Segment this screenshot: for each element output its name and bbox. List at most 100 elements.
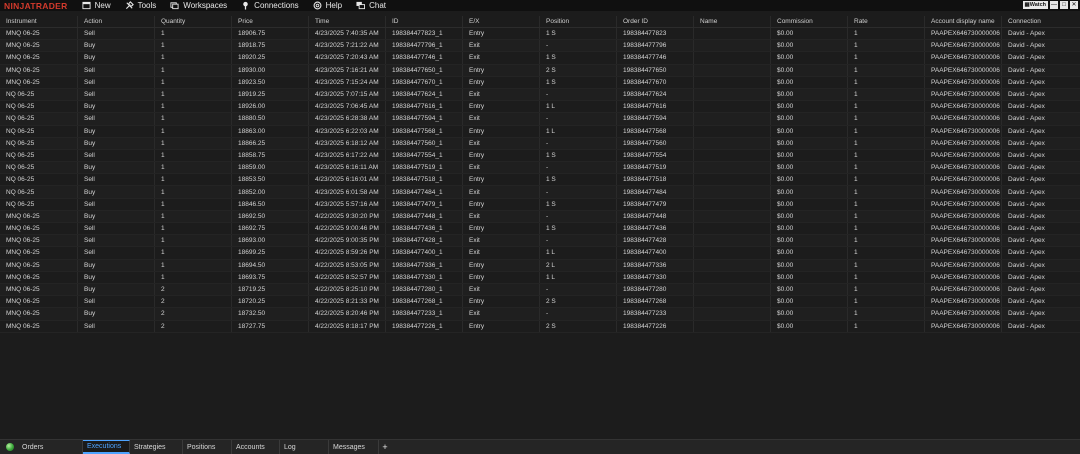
column-header-time[interactable]: Time xyxy=(309,16,386,27)
connection-status-icon[interactable] xyxy=(5,440,15,454)
table-row[interactable]: NQ 06-25 Buy 1 18866.25 4/23/2025 6:18:12 AM… xyxy=(0,137,1080,150)
cell-quantity: 1 xyxy=(155,186,232,198)
cell-connection: David - Apex xyxy=(1008,273,1045,281)
table-row[interactable]: MNQ 06-25 Sell 1 18923.50 4/23/2025 7:15:24 … xyxy=(0,76,1080,89)
maximize-button[interactable]: □ xyxy=(1060,1,1068,9)
table-row[interactable]: MNQ 06-25 Sell 1 18699.25 4/22/2025 8:59:26 … xyxy=(0,247,1080,260)
tab-positions[interactable]: Positions xyxy=(183,440,232,454)
table-row[interactable]: MNQ 06-25 Buy 2 18719.25 4/22/2025 8:25:10 P… xyxy=(0,283,1080,297)
cell-price: 18918.75 xyxy=(232,40,309,52)
cell-time: 4/23/2025 7:15:24 AM xyxy=(309,76,386,88)
table-row[interactable]: MNQ 06-25 Buy 1 18918.75 4/23/2025 7:21:22 A… xyxy=(0,40,1080,53)
cell-quantity: 1 xyxy=(155,52,232,64)
menu-workspaces[interactable]: Workspaces xyxy=(170,1,227,10)
watch-button[interactable]: ▦ Watch xyxy=(1022,1,1048,9)
close-button[interactable]: ✕ xyxy=(1070,1,1078,9)
menu-new[interactable]: New xyxy=(82,1,111,10)
add-tab-button[interactable]: + xyxy=(379,440,391,454)
table-row[interactable]: NQ 06-25 Sell 1 18919.25 4/23/2025 7:07:15 A… xyxy=(0,88,1080,102)
window-controls: ▦ Watch — □ ✕ xyxy=(1022,1,1078,9)
column-header-action[interactable]: Action xyxy=(78,16,155,27)
column-header-connection[interactable]: Connection xyxy=(1002,16,1078,27)
menu-help[interactable]: Help xyxy=(313,1,342,10)
cell-action: Buy xyxy=(78,52,155,64)
table-row[interactable]: MNQ 06-25 Buy 1 18693.75 4/22/2025 8:52:57 P… xyxy=(0,271,1080,284)
minimize-button[interactable]: — xyxy=(1050,1,1058,9)
table-row[interactable]: NQ 06-25 Buy 1 18852.00 4/23/2025 6:01:58 AM… xyxy=(0,186,1080,199)
table-row[interactable]: NQ 06-25 Buy 1 18926.00 4/23/2025 7:06:45 AM… xyxy=(0,101,1080,114)
cell-quantity: 1 xyxy=(155,235,232,247)
column-header-rate[interactable]: Rate xyxy=(848,16,925,27)
table-row[interactable]: MNQ 06-25 Sell 2 18720.25 4/22/2025 8:21:33 … xyxy=(0,296,1080,309)
column-header-price[interactable]: Price xyxy=(232,16,309,27)
cell-order-id: 198384477650 xyxy=(617,64,694,76)
column-header-id[interactable]: ID xyxy=(386,16,463,27)
cell-name xyxy=(694,210,771,222)
table-row[interactable]: NQ 06-25 Buy 1 18859.00 4/23/2025 6:16:11 AM… xyxy=(0,162,1080,175)
cell-instrument: MNQ 06-25 xyxy=(0,40,78,52)
table-row[interactable]: MNQ 06-25 Buy 2 18732.50 4/22/2025 8:20:46 P… xyxy=(0,308,1080,321)
table-row[interactable]: NQ 06-25 Sell 1 18846.50 4/23/2025 5:57:16 A… xyxy=(0,198,1080,211)
cell-position: - xyxy=(540,210,617,222)
table-row[interactable]: MNQ 06-25 Sell 1 18906.75 4/23/2025 7:40:35 … xyxy=(0,28,1080,41)
cell-time: 4/23/2025 7:07:15 AM xyxy=(309,88,386,101)
cell-instrument: NQ 06-25 xyxy=(0,174,78,186)
table-row[interactable]: MNQ 06-25 Sell 1 18692.75 4/22/2025 9:00:46 … xyxy=(0,223,1080,236)
tab-accounts[interactable]: Accounts xyxy=(232,440,280,454)
cell-commission: $0.00 xyxy=(771,28,848,40)
app-logo: NINJATRADER xyxy=(4,0,68,11)
cell-position: 1 L xyxy=(540,101,617,113)
column-header-e-x[interactable]: E/X xyxy=(463,16,540,27)
cell-action: Sell xyxy=(78,113,155,125)
tab-executions[interactable]: Executions xyxy=(83,440,130,454)
cell-name xyxy=(694,247,771,259)
cell-action: Sell xyxy=(78,247,155,259)
table-row[interactable]: NQ 06-25 Sell 1 18858.75 4/23/2025 6:17:22 A… xyxy=(0,149,1080,163)
cell-quantity: 1 xyxy=(155,137,232,149)
cell-price: 18719.25 xyxy=(232,283,309,296)
tab-messages[interactable]: Messages xyxy=(329,440,379,454)
cell-name xyxy=(694,88,771,101)
cell-e-x: Entry xyxy=(463,198,540,210)
table-row[interactable]: NQ 06-25 Sell 1 18880.50 4/23/2025 6:28:38 A… xyxy=(0,113,1080,126)
cell-price: 18732.50 xyxy=(232,308,309,320)
table-row[interactable]: MNQ 06-25 Sell 2 18727.75 4/22/2025 8:18:17 … xyxy=(0,320,1080,333)
cell-connection: David - Apex xyxy=(1008,78,1045,86)
column-header-quantity[interactable]: Quantity xyxy=(155,16,232,27)
cell-instrument: NQ 06-25 xyxy=(0,137,78,149)
cell-name xyxy=(694,296,771,308)
cell-rate: 1 xyxy=(848,308,925,320)
cell-commission: $0.00 xyxy=(771,64,848,76)
column-header-name[interactable]: Name xyxy=(694,16,771,27)
cell-connection: David - Apex xyxy=(1008,127,1045,135)
table-row[interactable]: NQ 06-25 Sell 1 18853.50 4/23/2025 6:16:01 A… xyxy=(0,174,1080,187)
column-header-position[interactable]: Position xyxy=(540,16,617,27)
menu-tools[interactable]: Tools xyxy=(125,1,156,10)
cell-id: 198384477400_1 xyxy=(386,247,463,259)
cell-action: Buy xyxy=(78,308,155,320)
cell-order-id: 198384477746 xyxy=(617,52,694,64)
table-row[interactable]: MNQ 06-25 Buy 1 18920.25 4/23/2025 7:20:43 A… xyxy=(0,52,1080,65)
menu-connections[interactable]: Connections xyxy=(241,1,299,10)
tab-log-label: Log xyxy=(284,443,296,451)
cell-rate: 1 xyxy=(848,223,925,235)
table-row[interactable]: MNQ 06-25 Sell 1 18693.00 4/22/2025 9:00:35 … xyxy=(0,235,1080,248)
table-row[interactable]: MNQ 06-25 Buy 1 18692.50 4/22/2025 9:30:20 P… xyxy=(0,210,1080,223)
tab-log[interactable]: Log xyxy=(280,440,329,454)
column-header-account-display-name[interactable]: Account display name xyxy=(925,16,1002,27)
tab-orders[interactable]: Orders xyxy=(18,440,83,454)
table-row[interactable]: MNQ 06-25 Sell 1 18930.00 4/23/2025 7:16:21 … xyxy=(0,64,1080,77)
cell-position: 2 L xyxy=(540,259,617,271)
cell-e-x: Exit xyxy=(463,247,540,259)
cell-price: 18919.25 xyxy=(232,88,309,101)
column-header-commission[interactable]: Commission xyxy=(771,16,848,27)
tab-strategies[interactable]: Strategies xyxy=(130,440,183,454)
menu-chat[interactable]: Chat xyxy=(356,1,386,10)
column-header-order-id[interactable]: Order ID xyxy=(617,16,694,27)
cell-commission: $0.00 xyxy=(771,137,848,149)
table-row[interactable]: MNQ 06-25 Buy 1 18694.50 4/22/2025 8:53:05 P… xyxy=(0,259,1080,272)
cell-order-id: 198384477670 xyxy=(617,76,694,88)
tab-accounts-label: Accounts xyxy=(236,443,265,451)
table-row[interactable]: NQ 06-25 Buy 1 18863.00 4/23/2025 6:22:03 AM… xyxy=(0,125,1080,138)
column-header-instrument[interactable]: Instrument xyxy=(0,16,78,27)
